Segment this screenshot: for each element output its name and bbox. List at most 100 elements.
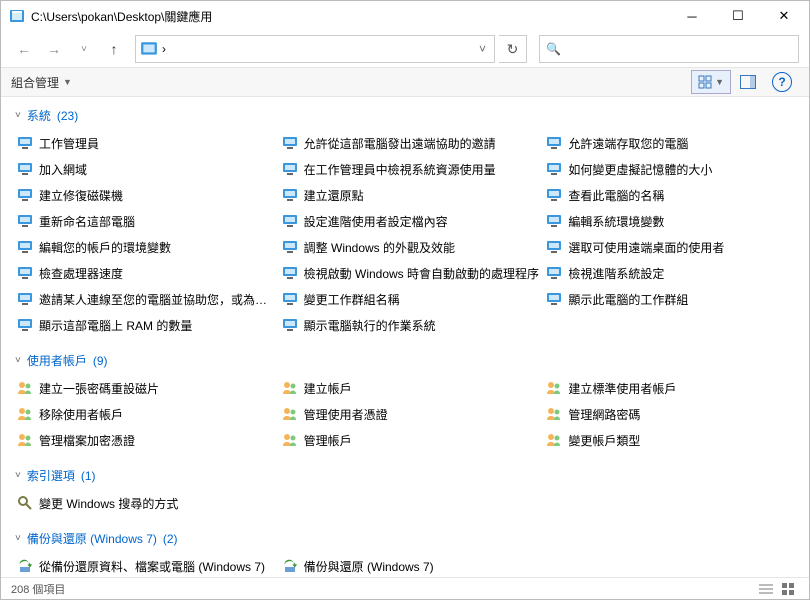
group-title: 備份與還原 (Windows 7)	[27, 530, 157, 547]
list-item[interactable]: 建立修復磁碟機	[15, 182, 280, 208]
caret-down-icon: ˅	[15, 533, 21, 544]
list-item[interactable]: 建立標準使用者帳戶	[544, 375, 809, 401]
item-label: 從備份還原資料、檔案或電腦 (Windows 7)	[39, 558, 265, 575]
list-item[interactable]: 管理檔案加密憑證	[15, 427, 280, 453]
list-item[interactable]: 查看此電腦的名稱	[544, 182, 809, 208]
item-label: 管理檔案加密憑證	[39, 432, 135, 449]
group-header[interactable]: ˅系統 (23)	[7, 103, 809, 128]
group-header[interactable]: ˅索引選項 (1)	[7, 463, 809, 488]
users-icon	[546, 380, 562, 396]
list-item[interactable]: 允許遠端存取您的電腦	[544, 130, 809, 156]
item-label: 顯示電腦執行的作業系統	[304, 317, 436, 334]
list-item[interactable]: 變更 Windows 搜尋的方式	[15, 490, 280, 516]
navbar: ← → ˅ ↑ › ˅ ↻ 🔍	[1, 31, 809, 67]
list-item[interactable]: 管理網路密碼	[544, 401, 809, 427]
maximize-button[interactable]: ☐	[715, 1, 761, 31]
group-count: (23)	[57, 109, 78, 123]
list-item[interactable]: 邀請某人連線至您的電腦並協助您，或為他人...	[15, 286, 280, 312]
list-item[interactable]: 編輯您的帳戶的環境變數	[15, 234, 280, 260]
monitor-icon	[282, 213, 298, 229]
backup-icon	[282, 558, 298, 574]
address-bar[interactable]: › ˅	[135, 35, 495, 63]
list-item[interactable]: 顯示電腦執行的作業系統	[280, 312, 545, 338]
item-label: 顯示這部電腦上 RAM 的數量	[39, 317, 192, 334]
users-icon	[17, 406, 33, 422]
list-item[interactable]: 在工作管理員中檢視系統資源使用量	[280, 156, 545, 182]
up-button[interactable]: ↑	[101, 36, 127, 62]
titlebar: C:\Users\pokan\Desktop\關鍵應用 ─ ☐ ✕	[1, 1, 809, 31]
list-item[interactable]: 加入網域	[15, 156, 280, 182]
recent-dropdown[interactable]: ˅	[71, 36, 97, 62]
minimize-button[interactable]: ─	[669, 1, 715, 31]
item-label: 建立標準使用者帳戶	[568, 380, 676, 397]
item-label: 加入網域	[39, 161, 87, 178]
group-count: (1)	[81, 469, 96, 483]
group-header[interactable]: ˅備份與還原 (Windows 7) (2)	[7, 526, 809, 551]
preview-pane-button[interactable]	[733, 70, 763, 94]
view-large-icons-button[interactable]: ▼	[691, 70, 731, 94]
monitor-icon	[282, 291, 298, 307]
item-label: 移除使用者帳戶	[39, 406, 123, 423]
group: ˅備份與還原 (Windows 7) (2)從備份還原資料、檔案或電腦 (Win…	[7, 526, 809, 577]
list-item[interactable]: 檢查處理器速度	[15, 260, 280, 286]
monitor-icon	[17, 291, 33, 307]
statusbar: 208 個項目	[1, 577, 809, 599]
group-body: 從備份還原資料、檔案或電腦 (Windows 7) 備份與還原 (Windows …	[7, 551, 809, 577]
list-item[interactable]: 顯示此電腦的工作群組	[544, 286, 809, 312]
list-item[interactable]: 如何變更虛擬記憶體的大小	[544, 156, 809, 182]
item-count: 208 個項目	[11, 581, 65, 597]
item-label: 管理帳戶	[304, 432, 352, 449]
list-item[interactable]: 管理使用者憑證	[280, 401, 545, 427]
list-item[interactable]: 管理帳戶	[280, 427, 545, 453]
close-button[interactable]: ✕	[761, 1, 807, 31]
item-label: 備份與還原 (Windows 7)	[304, 558, 434, 575]
list-item[interactable]: 建立帳戶	[280, 375, 545, 401]
item-label: 編輯系統環境變數	[568, 213, 664, 230]
item-label: 編輯您的帳戶的環境變數	[39, 239, 171, 256]
users-icon	[546, 406, 562, 422]
list-item[interactable]: 建立還原點	[280, 182, 545, 208]
item-label: 管理使用者憑證	[304, 406, 388, 423]
list-item[interactable]: 變更工作群組名稱	[280, 286, 545, 312]
list-item[interactable]: 重新命名這部電腦	[15, 208, 280, 234]
search-icon: 🔍	[546, 42, 561, 56]
item-label: 重新命名這部電腦	[39, 213, 135, 230]
list-item[interactable]: 允許從這部電腦發出遠端協助的邀請	[280, 130, 545, 156]
list-item[interactable]: 建立一張密碼重設磁片	[15, 375, 280, 401]
monitor-icon	[282, 135, 298, 151]
users-icon	[17, 432, 33, 448]
list-item[interactable]: 編輯系統環境變數	[544, 208, 809, 234]
large-icons-view-button[interactable]	[777, 579, 799, 599]
item-label: 檢視啟動 Windows 時會自動啟動的處理程序	[304, 265, 539, 282]
breadcrumb[interactable]: ›	[162, 42, 166, 56]
list-item[interactable]: 顯示這部電腦上 RAM 的數量	[15, 312, 280, 338]
address-dropdown[interactable]: ˅	[475, 42, 490, 56]
monitor-icon	[282, 317, 298, 333]
monitor-icon	[17, 161, 33, 177]
list-item[interactable]: 選取可使用遠端桌面的使用者	[544, 234, 809, 260]
monitor-icon	[282, 265, 298, 281]
list-item[interactable]: 變更帳戶類型	[544, 427, 809, 453]
item-label: 檢查處理器速度	[39, 265, 123, 282]
details-view-button[interactable]	[755, 579, 777, 599]
item-label: 如何變更虛擬記憶體的大小	[568, 161, 712, 178]
list-item[interactable]: 檢視進階系統設定	[544, 260, 809, 286]
list-item[interactable]: 調整 Windows 的外觀及效能	[280, 234, 545, 260]
window-icon	[9, 8, 25, 24]
group-header[interactable]: ˅使用者帳戶 (9)	[7, 348, 809, 373]
list-item[interactable]: 移除使用者帳戶	[15, 401, 280, 427]
organize-menu[interactable]: 組合管理 ▼	[11, 74, 72, 91]
item-label: 選取可使用遠端桌面的使用者	[568, 239, 724, 256]
list-item[interactable]: 設定進階使用者設定檔內容	[280, 208, 545, 234]
help-button[interactable]: ?	[765, 70, 799, 94]
list-item[interactable]: 從備份還原資料、檔案或電腦 (Windows 7)	[15, 553, 280, 577]
list-item[interactable]: 檢視啟動 Windows 時會自動啟動的處理程序	[280, 260, 545, 286]
back-button[interactable]: ←	[11, 36, 37, 62]
list-item[interactable]: 備份與還原 (Windows 7)	[280, 553, 545, 577]
search-input[interactable]: 🔍	[539, 35, 799, 63]
monitor-icon	[546, 265, 562, 281]
forward-button[interactable]: →	[41, 36, 67, 62]
refresh-button[interactable]: ↻	[499, 35, 527, 63]
control-panel-icon	[140, 40, 158, 58]
list-item[interactable]: 工作管理員	[15, 130, 280, 156]
